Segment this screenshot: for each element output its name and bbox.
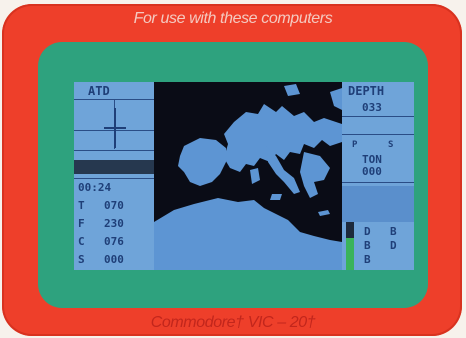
gauge-letter: D (390, 239, 397, 252)
readout-letter-f: F (78, 217, 85, 230)
time-readout: 00:24 (78, 181, 112, 194)
left-hud-panel: ATD 00:24 T 070 F 230 C 076 S 000 (74, 82, 154, 270)
right-hud-panel: DEPTH 033 P S TON 000 D B B D B (342, 82, 414, 270)
gauge-letter: D (364, 225, 371, 238)
readout-letter-s: S (78, 253, 85, 266)
mediterranean-map-icon (154, 84, 342, 270)
readout-value-f: 230 (104, 217, 124, 230)
divider (74, 178, 154, 179)
readout-letter-c: C (78, 235, 85, 248)
readout-letter-t: T (78, 199, 85, 212)
ton-label: TON (362, 153, 382, 166)
promo-header: For use with these computers (133, 10, 333, 27)
gauge-letter: B (364, 253, 371, 266)
gauge-letter: B (364, 239, 371, 252)
map-viewport[interactable] (154, 82, 342, 270)
readout-value-c: 076 (104, 235, 124, 248)
ton-value: 000 (362, 165, 382, 178)
status-strip (74, 160, 154, 174)
divider (342, 116, 414, 117)
atd-label: ATD (88, 84, 110, 98)
divider (74, 150, 154, 151)
gauge-letter: B (390, 225, 397, 238)
depth-label: DEPTH (348, 84, 385, 98)
depth-value: 033 (362, 101, 382, 114)
promo-footer: Commodore† VIC – 20† (150, 314, 316, 331)
sonar-block (342, 186, 414, 222)
crosshair-icon (104, 108, 126, 148)
readout-value-s: 000 (104, 253, 124, 266)
mini-label-s: S (388, 140, 394, 150)
game-screen: ATD 00:24 T 070 F 230 C 076 S 000 DEPTH … (74, 82, 414, 270)
divider (342, 134, 414, 135)
green-gauge-bar-icon (346, 222, 354, 270)
mini-label-p: P (352, 140, 358, 150)
readout-value-t: 070 (104, 199, 124, 212)
divider (342, 182, 414, 183)
